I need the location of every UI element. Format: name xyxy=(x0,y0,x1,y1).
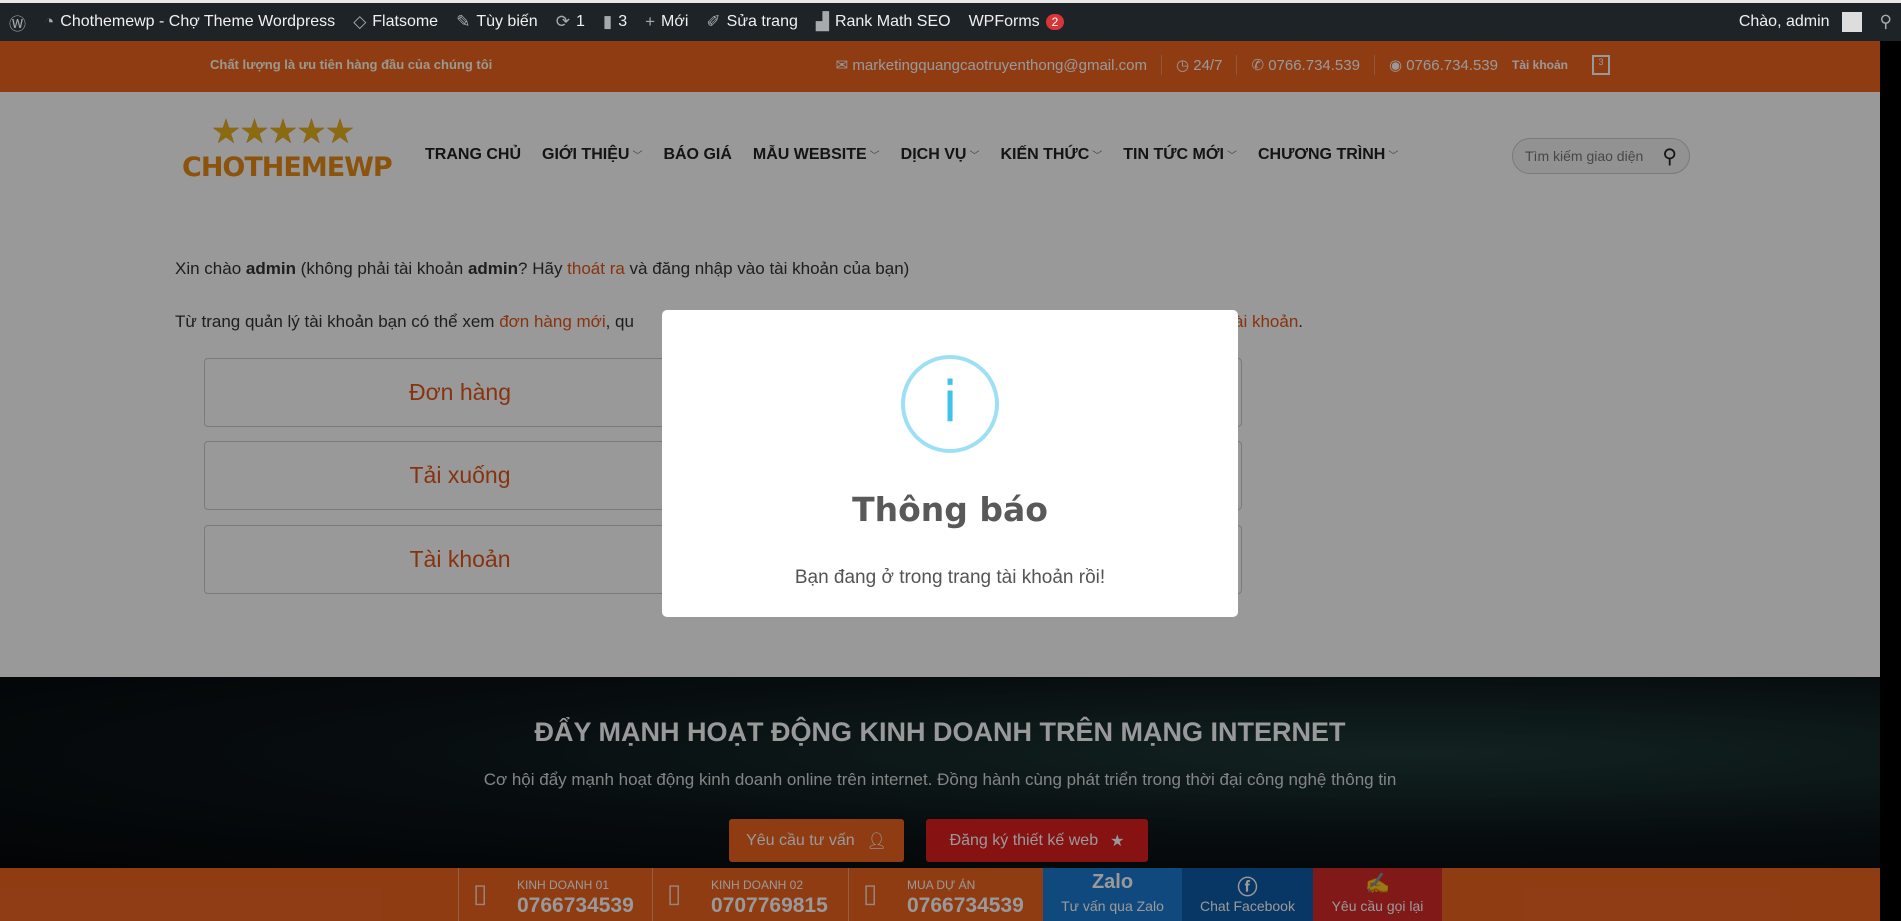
updates-count: 1 xyxy=(575,13,585,30)
modal-title: Thông báo xyxy=(852,490,1048,529)
admin-search-icon[interactable]: ⚲ xyxy=(1871,3,1901,41)
refresh-icon: ⟳ xyxy=(555,12,570,31)
comment-icon: ▮ xyxy=(602,12,613,31)
admin-account-menu[interactable]: Chào, admin xyxy=(1730,3,1871,41)
wp-admin-bar: Ⓦ ◔ Chothemewp - Chợ Theme Wordpress ◇ Fla… xyxy=(0,0,1901,41)
wpforms-badge: 2 xyxy=(1045,14,1065,30)
admin-comments-link[interactable]: ▮ 3 xyxy=(594,3,636,41)
notice-modal: i Thông báo Bạn đang ở trong trang tài k… xyxy=(662,310,1238,617)
wpforms-label: WPForms xyxy=(968,13,1040,30)
scrollbar[interactable] xyxy=(1880,41,1901,921)
theme-label: Flatsome xyxy=(372,13,439,30)
dashboard-icon: ◔ xyxy=(44,12,55,31)
admin-edit-link[interactable]: ✐ Sửa trang xyxy=(697,3,806,41)
admin-new-link[interactable]: + Mới xyxy=(636,3,697,41)
comments-count: 3 xyxy=(618,13,628,30)
admin-site-link[interactable]: ◔ Chothemewp - Chợ Theme Wordpress xyxy=(35,3,344,41)
edit-label: Sửa trang xyxy=(726,13,798,30)
admin-theme-link[interactable]: ◇ Flatsome xyxy=(344,3,447,41)
wordpress-logo-icon[interactable]: Ⓦ xyxy=(0,3,35,41)
customize-label: Tùy biến xyxy=(476,13,538,30)
info-icon: i xyxy=(901,355,999,453)
diamond-icon: ◇ xyxy=(353,12,367,31)
admin-updates-link[interactable]: ⟳ 1 xyxy=(547,3,594,41)
avatar xyxy=(1841,12,1862,32)
plus-icon: + xyxy=(645,12,656,31)
chart-icon: ▟ xyxy=(815,12,829,31)
pencil-icon: ✐ xyxy=(706,12,721,31)
admin-wpforms-link[interactable]: WPForms 2 xyxy=(960,3,1074,41)
site-name: Chothemewp - Chợ Theme Wordpress xyxy=(60,13,336,30)
admin-customize-link[interactable]: ✎ Tùy biến xyxy=(447,3,547,41)
greeting: Chào, admin xyxy=(1738,13,1830,30)
new-label: Mới xyxy=(661,13,689,30)
admin-rankmath-link[interactable]: ▟ Rank Math SEO xyxy=(807,3,960,41)
brush-icon: ✎ xyxy=(456,12,471,31)
rankmath-label: Rank Math SEO xyxy=(834,13,951,30)
modal-message: Bạn đang ở trong trang tài khoản rồi! xyxy=(794,567,1106,588)
